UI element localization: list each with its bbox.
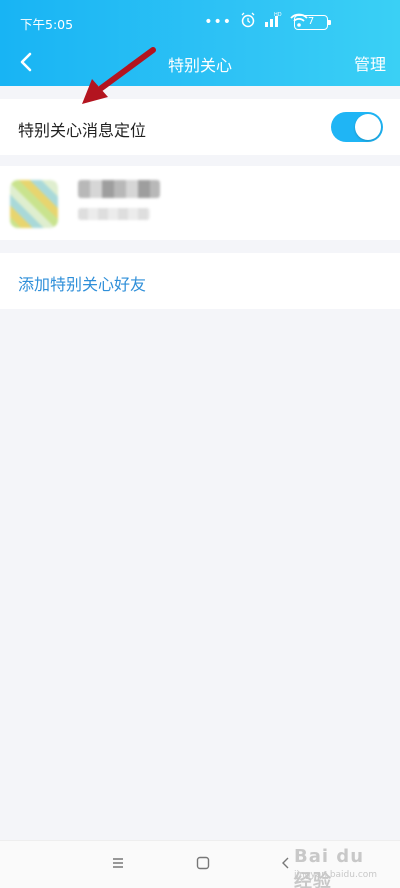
battery-icon: 7 [294,15,331,30]
friend-avatar [10,180,58,228]
manage-button[interactable]: 管理 [354,51,386,75]
status-icons: ••• HD [204,12,308,32]
locate-toggle[interactable] [331,112,383,142]
chevron-left-icon [20,52,32,72]
locate-setting-label: 特别关心消息定位 [18,121,147,140]
locate-setting-row: 特别关心消息定位 [0,99,400,155]
menu-lines-icon[interactable] [108,853,128,873]
page-title: 特别关心 [167,56,232,75]
add-special-friend-link[interactable]: 添加特别关心好友 [18,271,146,295]
battery-level: 7 [307,16,315,27]
status-time: 下午5:05 [20,17,74,32]
toggle-knob [355,114,381,140]
back-button[interactable] [12,48,42,78]
watermark-main: Bai du 经验 [294,846,365,888]
app-header: 下午5:05 ••• HD 7 特别关心 管理 [0,0,400,86]
status-bar: 下午5:05 ••• HD 7 [0,0,400,40]
svg-text:HD: HD [274,12,282,18]
more-dots-icon: ••• [204,14,232,30]
friend-subtitle-blurred [78,208,150,220]
add-friend-row[interactable]: 添加特别关心好友 [0,253,400,309]
watermark-sub: jingyan.baidu.com [294,870,378,880]
alarm-clock-icon [240,12,256,32]
baidu-watermark: Bai du 经验 jingyan.baidu.com [294,846,384,888]
friend-name-blurred [78,180,160,198]
triangle-back-icon[interactable] [276,853,296,873]
square-home-icon[interactable] [193,853,213,873]
hd-signal-icon: HD [264,12,282,32]
nav-bar: 特别关心 管理 [0,40,400,86]
friend-list-item[interactable] [0,166,400,240]
